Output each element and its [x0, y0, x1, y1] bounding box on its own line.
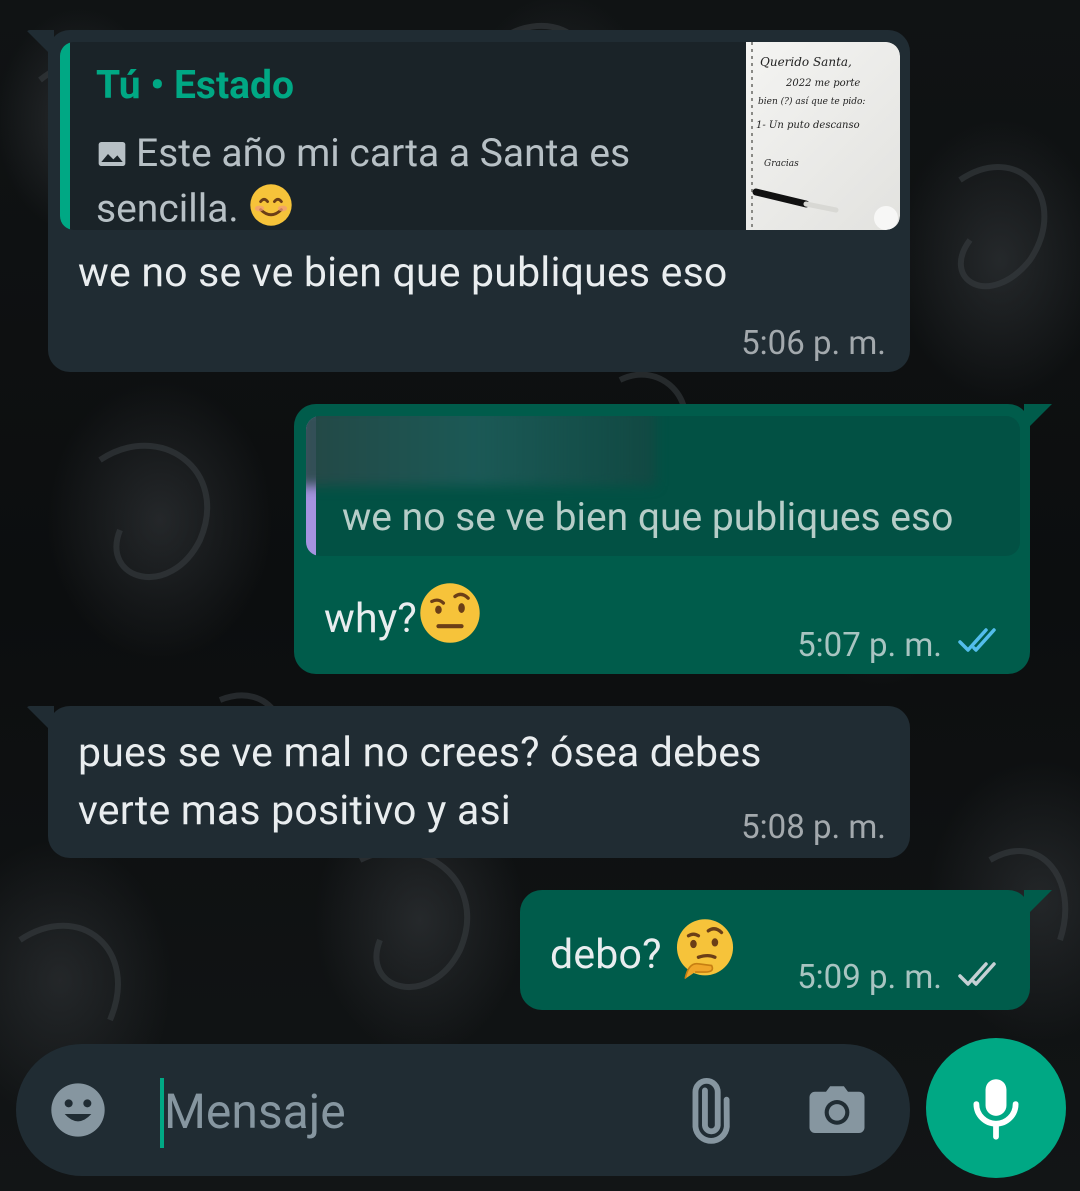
message-time: 5:07 p. m.	[797, 626, 942, 665]
image-icon	[96, 132, 128, 182]
incoming-message-bubble[interactable]: pues se ve mal no crees? ósea debes vert…	[26, 706, 910, 858]
read-receipt-icon	[956, 626, 1006, 656]
thumb-line-5: Gracias	[764, 159, 799, 169]
mic-icon	[964, 1074, 1028, 1146]
outgoing-message-bubble[interactable]: we no se ve bien que publiques eso why? …	[294, 404, 1052, 674]
thumb-line-1: Querido Santa,	[760, 55, 852, 69]
quote-text-content: Este año mi carta a Santa es sencilla.	[96, 130, 631, 230]
attach-icon[interactable]	[672, 1076, 742, 1150]
thumb-line-3: bien (?) así que te pido:	[758, 96, 865, 107]
message-input[interactable]: Mensaje	[164, 1082, 346, 1142]
smiling-face-emoji-icon	[248, 182, 294, 230]
message-text-line-2: verte mas positivo y asi	[78, 787, 511, 835]
message-time: 5:09 p. m.	[797, 958, 942, 997]
message-composer[interactable]: Mensaje	[16, 1044, 910, 1176]
message-text-wrap: debo?	[550, 916, 738, 998]
quoted-message-reply[interactable]: we no se ve bien que publiques eso	[306, 416, 1020, 556]
thumb-line-2: 2022 me porte	[785, 78, 860, 89]
emoji-icon[interactable]	[46, 1078, 110, 1146]
raised-eyebrow-emoji-icon	[417, 580, 483, 662]
message-text: debo?	[550, 930, 662, 979]
quote-accent-bar	[60, 42, 70, 230]
voice-message-button[interactable]	[926, 1038, 1066, 1178]
message-time: 5:06 p. m.	[741, 324, 886, 363]
delivered-receipt-icon	[956, 960, 1006, 990]
quote-text: we no se ve bien que publiques eso	[342, 494, 954, 540]
quote-text: Este año mi carta a Santa es sencilla.	[96, 128, 716, 230]
redacted-author-blur	[306, 416, 656, 486]
thumb-line-4: 1- Un puto descanso	[756, 120, 860, 131]
thinking-face-emoji-icon	[672, 916, 738, 998]
message-text: why?	[324, 594, 417, 643]
message-text-line-1: pues se ve mal no crees? ósea debes	[78, 729, 762, 777]
incoming-message-bubble[interactable]: Tú • Estado Este año mi carta a Santa es…	[26, 30, 910, 372]
message-text-wrap: why?	[324, 580, 483, 662]
camera-icon[interactable]	[804, 1078, 870, 1148]
quoted-status-reply[interactable]: Tú • Estado Este año mi carta a Santa es…	[60, 42, 900, 230]
quote-author: Tú • Estado	[96, 62, 294, 108]
outgoing-message-bubble[interactable]: debo? 5:09 p. m.	[520, 890, 1052, 1010]
status-thumbnail-image[interactable]: Querido Santa, 2022 me porte bien (?) as…	[746, 42, 900, 230]
message-time: 5:08 p. m.	[741, 808, 886, 847]
message-text: we no se ve bien que publiques eso	[78, 249, 728, 297]
